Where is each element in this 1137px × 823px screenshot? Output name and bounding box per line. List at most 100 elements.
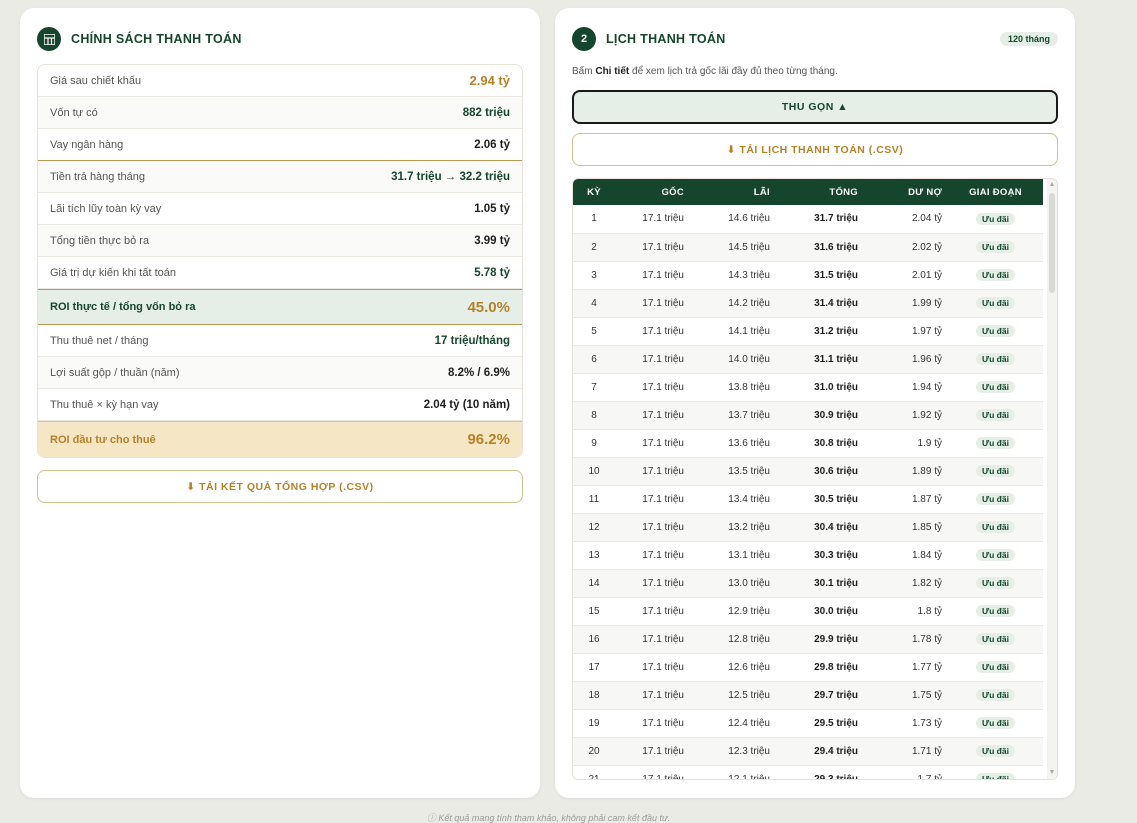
cell-phase: Ưu đãi (948, 373, 1043, 402)
hint-suffix: để xem lịch trả gốc lãi đầy đủ theo từng… (629, 66, 838, 77)
schedule-header-row: KỲ GỐC LÃI TỔNG DƯ NỢ GIAI ĐOẠN (573, 179, 1043, 205)
schedule-row: 14 17.1 triệu 13.0 triệu 30.1 triệu 1.82 tỷ Ư… (573, 569, 1043, 598)
cell-balance: 1.99 tỷ (864, 289, 948, 318)
cell-interest: 14.5 triệu (690, 233, 776, 262)
phase-badge: Ưu đãi (976, 745, 1015, 757)
cell-total: 29.4 triệu (776, 737, 864, 766)
cell-phase: Ưu đãi (948, 709, 1043, 738)
cell-balance: 1.7 tỷ (864, 765, 948, 779)
schedule-row: 8 17.1 triệu 13.7 triệu 30.9 triệu 1.92 tỷ Ưu… (573, 401, 1043, 430)
cell-principal: 17.1 triệu (615, 653, 690, 682)
cell-total: 30.1 triệu (776, 569, 864, 598)
cell-period: 20 (573, 737, 615, 766)
row-value: 17 triệu/tháng (434, 334, 510, 347)
scroll-down-icon[interactable]: ▼ (1048, 769, 1056, 777)
cell-total: 30.4 triệu (776, 513, 864, 542)
row-value: 96.2% (467, 431, 510, 448)
cell-phase: Ưu đãi (948, 597, 1043, 626)
schedule-row: 16 17.1 triệu 12.8 triệu 29.9 triệu 1.78 tỷ Ư… (573, 625, 1043, 654)
cell-balance: 1.78 tỷ (864, 625, 948, 654)
cell-phase: Ưu đãi (948, 569, 1043, 598)
row-label: ROI đầu tư cho thuê (50, 433, 156, 446)
cell-period: 16 (573, 625, 615, 654)
collapse-button[interactable]: THU GỌN ▲ (572, 90, 1058, 124)
cell-interest: 12.6 triệu (690, 653, 776, 682)
cell-principal: 17.1 triệu (615, 485, 690, 514)
cell-phase: Ưu đãi (948, 513, 1043, 542)
row-value: 2.04 tỷ (10 năm) (423, 398, 510, 411)
phase-badge: Ưu đãi (976, 381, 1015, 393)
cell-balance: 1.87 tỷ (864, 485, 948, 514)
row-label: ROI thực tế / tổng vốn bỏ ra (50, 301, 196, 313)
phase-badge: Ưu đãi (976, 437, 1015, 449)
cell-interest: 14.2 triệu (690, 289, 776, 318)
cell-principal: 17.1 triệu (615, 541, 690, 570)
col-total: TỔNG (776, 179, 864, 205)
payment-policy-card: CHÍNH SÁCH THANH TOÁN Giá sau chiết khấu… (20, 8, 540, 798)
summary-row-equity: Vốn tự có 882 triệu (38, 97, 522, 129)
download-summary-csv-button[interactable]: ⬇ TẢI KẾT QUẢ TỔNG HỢP (.CSV) (37, 470, 523, 503)
cell-total: 31.6 triệu (776, 233, 864, 262)
schedule-row: 10 17.1 triệu 13.5 triệu 30.6 triệu 1.89 tỷ Ư… (573, 457, 1043, 486)
cell-interest: 12.3 triệu (690, 737, 776, 766)
cell-phase: Ưu đãi (948, 541, 1043, 570)
cell-total: 30.9 triệu (776, 401, 864, 430)
scroll-up-icon[interactable]: ▲ (1048, 181, 1056, 189)
cell-total: 31.0 triệu (776, 373, 864, 402)
cell-balance: 1.73 tỷ (864, 709, 948, 738)
phase-badge: Ưu đãi (976, 353, 1015, 365)
cell-period: 7 (573, 373, 615, 402)
cell-phase: Ưu đãi (948, 625, 1043, 654)
download-schedule-csv-button[interactable]: ⬇ TẢI LỊCH THANH TOÁN (.CSV) (572, 133, 1058, 166)
phase-badge: Ưu đãi (976, 521, 1015, 533)
phase-badge: Ưu đãi (976, 549, 1015, 561)
schedule-row: 9 17.1 triệu 13.6 triệu 30.8 triệu 1.9 tỷ Ưu … (573, 429, 1043, 458)
row-label: Vốn tự có (50, 106, 98, 119)
cell-total: 29.3 triệu (776, 765, 864, 779)
cell-phase: Ưu đãi (948, 765, 1043, 779)
cell-total: 29.7 triệu (776, 681, 864, 710)
cell-total: 29.8 triệu (776, 653, 864, 682)
summary-row-rent-term: Thu thuê × kỳ hạn vay 2.04 tỷ (10 năm) (38, 389, 522, 421)
cell-total: 31.7 triệu (776, 205, 864, 234)
cell-period: 14 (573, 569, 615, 598)
cell-interest: 12.9 triệu (690, 597, 776, 626)
cell-total: 31.2 triệu (776, 317, 864, 346)
cell-period: 3 (573, 261, 615, 290)
cell-period: 10 (573, 457, 615, 486)
payment-policy-header: CHÍNH SÁCH THANH TOÁN (37, 27, 242, 51)
schedule-table: KỲ GỐC LÃI TỔNG DƯ NỢ GIAI ĐOẠN 1 17.1 tr… (573, 179, 1043, 779)
schedule-row: 2 17.1 triệu 14.5 triệu 31.6 triệu 2.02 tỷ Ưu… (573, 233, 1043, 262)
cell-period: 18 (573, 681, 615, 710)
cell-period: 8 (573, 401, 615, 430)
cell-balance: 1.8 tỷ (864, 597, 948, 626)
cell-period: 19 (573, 709, 615, 738)
hint-bold: Chi tiết (595, 66, 630, 77)
cell-interest: 12.1 triệu (690, 765, 776, 779)
cell-phase: Ưu đãi (948, 261, 1043, 290)
cell-period: 6 (573, 345, 615, 374)
cell-interest: 13.4 triệu (690, 485, 776, 514)
schedule-scrollbar[interactable]: ▲ ▼ (1047, 179, 1057, 779)
cell-balance: 2.02 tỷ (864, 233, 948, 262)
schedule-row: 3 17.1 triệu 14.3 triệu 31.5 triệu 2.01 tỷ Ưu… (573, 261, 1043, 290)
cell-principal: 17.1 triệu (615, 737, 690, 766)
cell-interest: 13.2 triệu (690, 513, 776, 542)
cell-interest: 14.1 triệu (690, 317, 776, 346)
phase-badge: Ưu đãi (976, 325, 1015, 337)
step-badge: 2 (572, 27, 596, 51)
cell-balance: 1.96 tỷ (864, 345, 948, 374)
scroll-thumb[interactable] (1049, 193, 1055, 293)
payment-schedule-title: LỊCH THANH TOÁN (606, 32, 726, 46)
row-label: Giá trị dự kiến khi tất toán (50, 266, 176, 279)
cell-period: 11 (573, 485, 615, 514)
grid-icon (37, 27, 61, 51)
schedule-row: 15 17.1 triệu 12.9 triệu 30.0 triệu 1.8 tỷ Ưu… (573, 597, 1043, 626)
cell-phase: Ưu đãi (948, 429, 1043, 458)
cell-interest: 14.3 triệu (690, 261, 776, 290)
schedule-row: 11 17.1 triệu 13.4 triệu 30.5 triệu 1.87 tỷ Ư… (573, 485, 1043, 514)
cell-principal: 17.1 triệu (615, 681, 690, 710)
phase-badge: Ưu đãi (976, 212, 1015, 225)
cell-total: 31.1 triệu (776, 345, 864, 374)
schedule-table-container[interactable]: KỲ GỐC LÃI TỔNG DƯ NỢ GIAI ĐOẠN 1 17.1 tr… (572, 178, 1058, 780)
